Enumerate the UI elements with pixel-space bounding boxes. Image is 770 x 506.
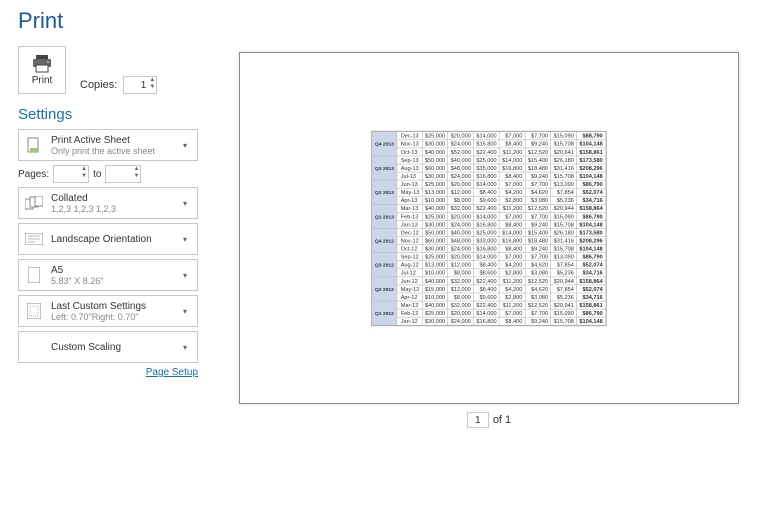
margins-icon bbox=[25, 302, 43, 320]
margins-main: Last Custom Settings bbox=[51, 301, 175, 312]
paper-main: A5 bbox=[51, 265, 175, 276]
copies-label: Copies: bbox=[80, 79, 117, 91]
chevron-down-icon: ▾ bbox=[183, 343, 191, 352]
page-setup-link[interactable]: Page Setup bbox=[18, 367, 198, 378]
chevron-down-icon: ▾ bbox=[183, 199, 191, 208]
landscape-icon bbox=[25, 230, 43, 248]
printer-icon bbox=[31, 55, 53, 73]
print-scope-sub: Only print the active sheet bbox=[51, 146, 175, 156]
page-number-input[interactable] bbox=[467, 412, 489, 428]
print-scope-main: Print Active Sheet bbox=[51, 135, 175, 146]
print-preview: Q4 2013Dec-13$25,000$20,000$14,000$7,000… bbox=[226, 46, 752, 428]
collated-icon bbox=[25, 194, 43, 212]
scaling-main: Custom Scaling bbox=[51, 342, 175, 353]
orientation-dropdown[interactable]: Landscape Orientation ▾ bbox=[18, 223, 198, 255]
print-button[interactable]: Print bbox=[18, 46, 66, 94]
orientation-main: Landscape Orientation bbox=[51, 234, 175, 245]
copies-down-icon[interactable]: ▼ bbox=[148, 84, 156, 91]
collated-main: Collated bbox=[51, 193, 175, 204]
page-title: Print bbox=[18, 8, 752, 34]
print-scope-dropdown[interactable]: Print Active SheetOnly print the active … bbox=[18, 129, 198, 161]
collation-dropdown[interactable]: Collated1,2,3 1,2,3 1,2,3 ▾ bbox=[18, 187, 198, 219]
paper-icon bbox=[25, 266, 43, 284]
paper-sub: 5.83" X 8.26" bbox=[51, 276, 175, 286]
settings-panel: Print Copies: ▲▼ Settings Print Active S… bbox=[18, 46, 198, 428]
page-of-label: of 1 bbox=[493, 414, 511, 426]
pages-to-down-icon[interactable]: ▼ bbox=[132, 173, 140, 180]
paper-size-dropdown[interactable]: A55.83" X 8.26" ▾ bbox=[18, 259, 198, 291]
pages-to-up-icon[interactable]: ▲ bbox=[132, 166, 140, 173]
data-table: Q4 2013Dec-13$25,000$20,000$14,000$7,000… bbox=[372, 131, 606, 325]
sheet-icon bbox=[25, 136, 43, 154]
chevron-down-icon: ▾ bbox=[183, 141, 191, 150]
chevron-down-icon: ▾ bbox=[183, 271, 191, 280]
copies-up-icon[interactable]: ▲ bbox=[148, 77, 156, 84]
preview-page: Q4 2013Dec-13$25,000$20,000$14,000$7,000… bbox=[239, 52, 739, 404]
scaling-dropdown[interactable]: Custom Scaling ▾ bbox=[18, 331, 198, 363]
pages-to-label: to bbox=[93, 169, 101, 180]
settings-heading: Settings bbox=[18, 106, 198, 123]
pages-label: Pages: bbox=[18, 169, 49, 180]
pages-from-up-icon[interactable]: ▲ bbox=[80, 166, 88, 173]
print-button-label: Print bbox=[32, 75, 53, 86]
pages-from-down-icon[interactable]: ▼ bbox=[80, 173, 88, 180]
chevron-down-icon: ▾ bbox=[183, 235, 191, 244]
margins-sub: Left: 0.70"Right: 0.70" bbox=[51, 312, 175, 322]
chevron-down-icon: ▾ bbox=[183, 307, 191, 316]
collated-sub: 1,2,3 1,2,3 1,2,3 bbox=[51, 204, 175, 214]
margins-dropdown[interactable]: Last Custom SettingsLeft: 0.70"Right: 0.… bbox=[18, 295, 198, 327]
